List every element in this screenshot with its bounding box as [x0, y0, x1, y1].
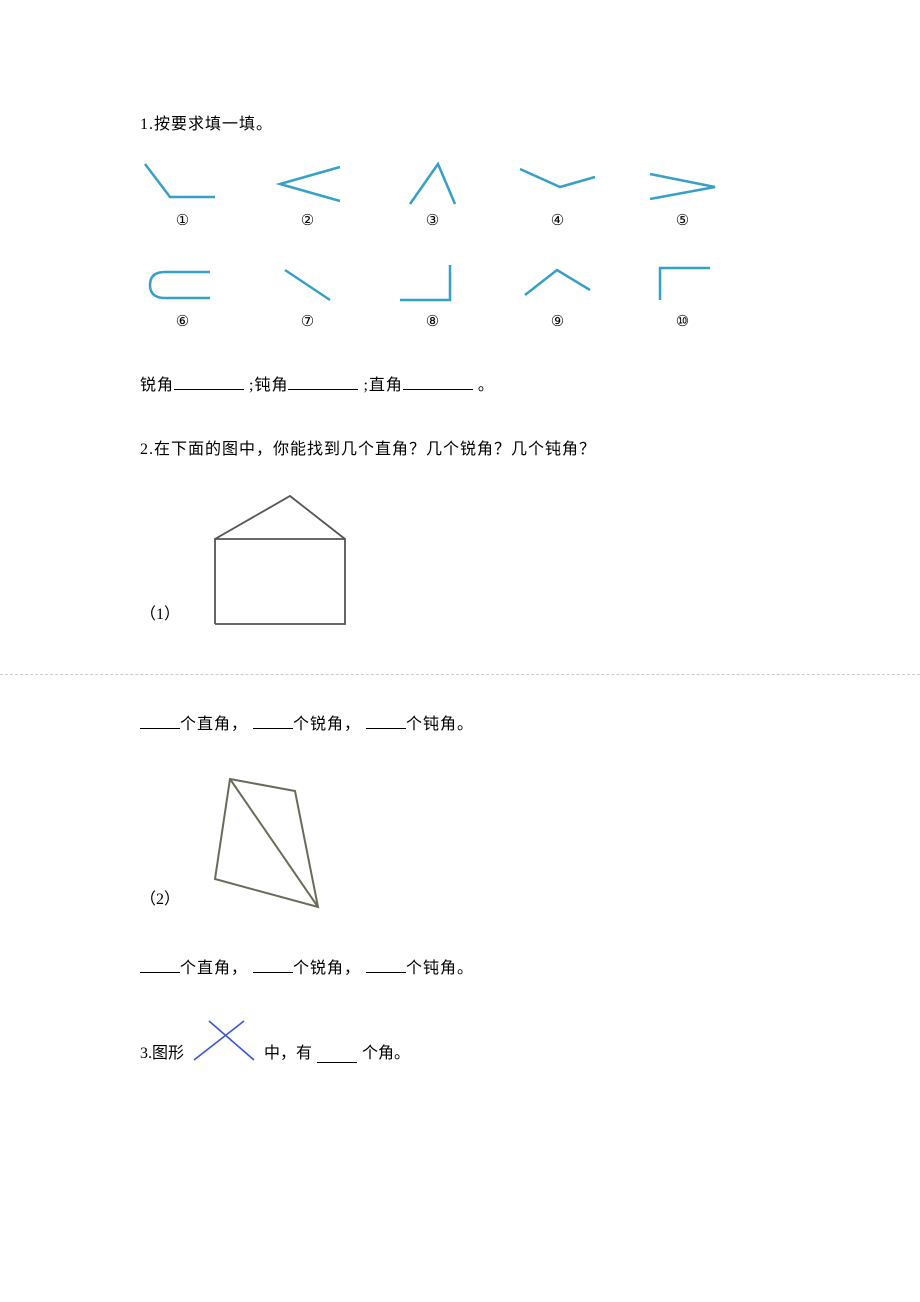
q3-prefix: 3.图形 [140, 1039, 184, 1063]
question-2: 2.在下面的图中，你能找到几个直角？几个锐角？几个钝角？ （1） [140, 435, 780, 634]
question-1: 1.按要求填一填。 ① ② ③ [140, 110, 780, 395]
label-obtuse: ;钝角 [249, 377, 288, 394]
sub1-label: （1） [140, 600, 180, 634]
q2-sub1-fill: 个直角， 个锐角， 个钝角。 [140, 710, 780, 734]
angle-8: ⑧ [390, 260, 475, 331]
blank-acute-count-2[interactable] [253, 956, 293, 973]
angle-1: ① [140, 159, 225, 230]
angle-shape-1 [140, 159, 225, 209]
angle-6: ⑥ [140, 260, 225, 331]
q1-fill-line: 锐角 ;钝角 ;直角 。 [140, 371, 780, 395]
angle-label: ⑨ [515, 312, 600, 331]
t-obtuse-2: 个钝角。 [406, 960, 474, 977]
angle-shape-8 [390, 260, 475, 310]
blank-right-count-2[interactable] [140, 956, 180, 973]
angle-shape-2 [265, 159, 350, 209]
angle-label: ⑧ [390, 312, 475, 331]
angle-label: ⑩ [640, 312, 725, 331]
question-3: 3.图形 中，有 个角。 [140, 1018, 780, 1063]
label-acute: 锐角 [140, 377, 174, 394]
t-acute: 个锐角， [293, 716, 361, 733]
q3-suffix: 个角。 [362, 1039, 410, 1063]
angle-shape-9 [515, 260, 600, 310]
t-right: 个直角， [180, 716, 248, 733]
q3-row: 3.图形 中，有 个角。 [140, 1018, 780, 1063]
angle-shape-6 [140, 260, 225, 310]
cross-lines-shape [189, 1018, 259, 1063]
angle-shape-5 [640, 159, 725, 209]
t-right-2: 个直角， [180, 960, 248, 977]
blank-obtuse-count[interactable] [366, 712, 406, 729]
blank-right-count[interactable] [140, 712, 180, 729]
angle-label: ⑦ [265, 312, 350, 331]
blank-acute[interactable] [174, 373, 244, 390]
page-divider [0, 674, 920, 675]
q2-sub2: （2） [140, 769, 780, 919]
blank-obtuse-count-2[interactable] [366, 956, 406, 973]
t-obtuse: 个钝角。 [406, 716, 474, 733]
angle-grid: ① ② ③ ④ [140, 159, 780, 331]
angle-shape-4 [515, 159, 600, 209]
blank-q3[interactable] [317, 1046, 357, 1063]
q2-prompt: 2.在下面的图中，你能找到几个直角？几个锐角？几个钝角？ [140, 435, 780, 459]
angle-label: ② [265, 211, 350, 230]
blank-obtuse[interactable] [288, 373, 358, 390]
angle-2: ② [265, 159, 350, 230]
angle-label: ③ [390, 211, 475, 230]
t-acute-2: 个锐角， [293, 960, 361, 977]
period: 。 [478, 377, 495, 394]
angle-7: ⑦ [265, 260, 350, 331]
q2-sub1: （1） [140, 484, 780, 634]
blank-acute-count[interactable] [253, 712, 293, 729]
house-shape [200, 484, 360, 634]
angle-shape-10 [640, 260, 725, 310]
q2-sub2-fill: 个直角， 个锐角， 个钝角。 [140, 954, 780, 978]
angle-9: ⑨ [515, 260, 600, 331]
angle-3: ③ [390, 159, 475, 230]
quad-diagonal-shape [200, 769, 350, 919]
q3-mid: 中，有 [264, 1039, 312, 1063]
sub2-label: （2） [140, 885, 180, 919]
angle-shape-3 [390, 159, 475, 209]
angle-4: ④ [515, 159, 600, 230]
question-2-cont: 个直角， 个锐角， 个钝角。 （2） 个直角， 个锐角， 个钝角。 [140, 710, 780, 978]
angle-label: ① [140, 211, 225, 230]
worksheet-page: 1.按要求填一填。 ① ② ③ [0, 0, 920, 1163]
angle-5: ⑤ [640, 159, 725, 230]
angle-label: ⑤ [640, 211, 725, 230]
angle-shape-7 [265, 260, 350, 310]
q1-prompt: 1.按要求填一填。 [140, 110, 780, 134]
angle-label: ⑥ [140, 312, 225, 331]
angle-label: ④ [515, 211, 600, 230]
angle-10: ⑩ [640, 260, 725, 331]
blank-right[interactable] [403, 373, 473, 390]
label-right: ;直角 [363, 377, 402, 394]
